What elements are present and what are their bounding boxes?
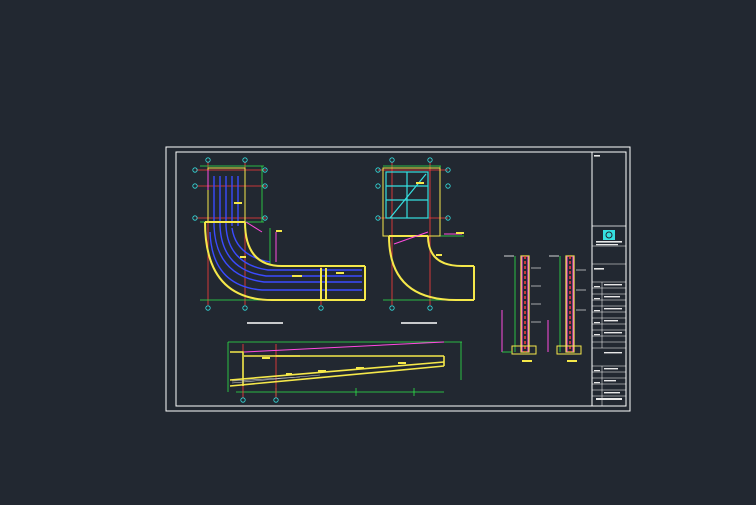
dimension-lines xyxy=(227,341,462,396)
ramp-outline xyxy=(204,167,366,301)
title-block-frame xyxy=(591,151,627,407)
wall-section-2 xyxy=(547,255,586,362)
axis-bubbles xyxy=(375,157,451,311)
wall-section-1 xyxy=(501,255,541,362)
slope-line xyxy=(243,341,445,353)
gridlines xyxy=(378,162,448,305)
plan-view-1[interactable] xyxy=(192,157,366,324)
cad-drawing-canvas[interactable] xyxy=(0,0,756,505)
title-block-text xyxy=(594,155,622,400)
wall-section-pair[interactable] xyxy=(501,255,586,362)
longitudinal-section[interactable] xyxy=(227,341,462,403)
company-logo-icon xyxy=(603,230,615,240)
plan-view-2[interactable] xyxy=(375,157,475,324)
axis-bubbles xyxy=(192,157,324,311)
sheet-frame xyxy=(165,146,631,412)
axis-bubbles xyxy=(240,397,279,403)
title-block[interactable] xyxy=(591,151,627,407)
